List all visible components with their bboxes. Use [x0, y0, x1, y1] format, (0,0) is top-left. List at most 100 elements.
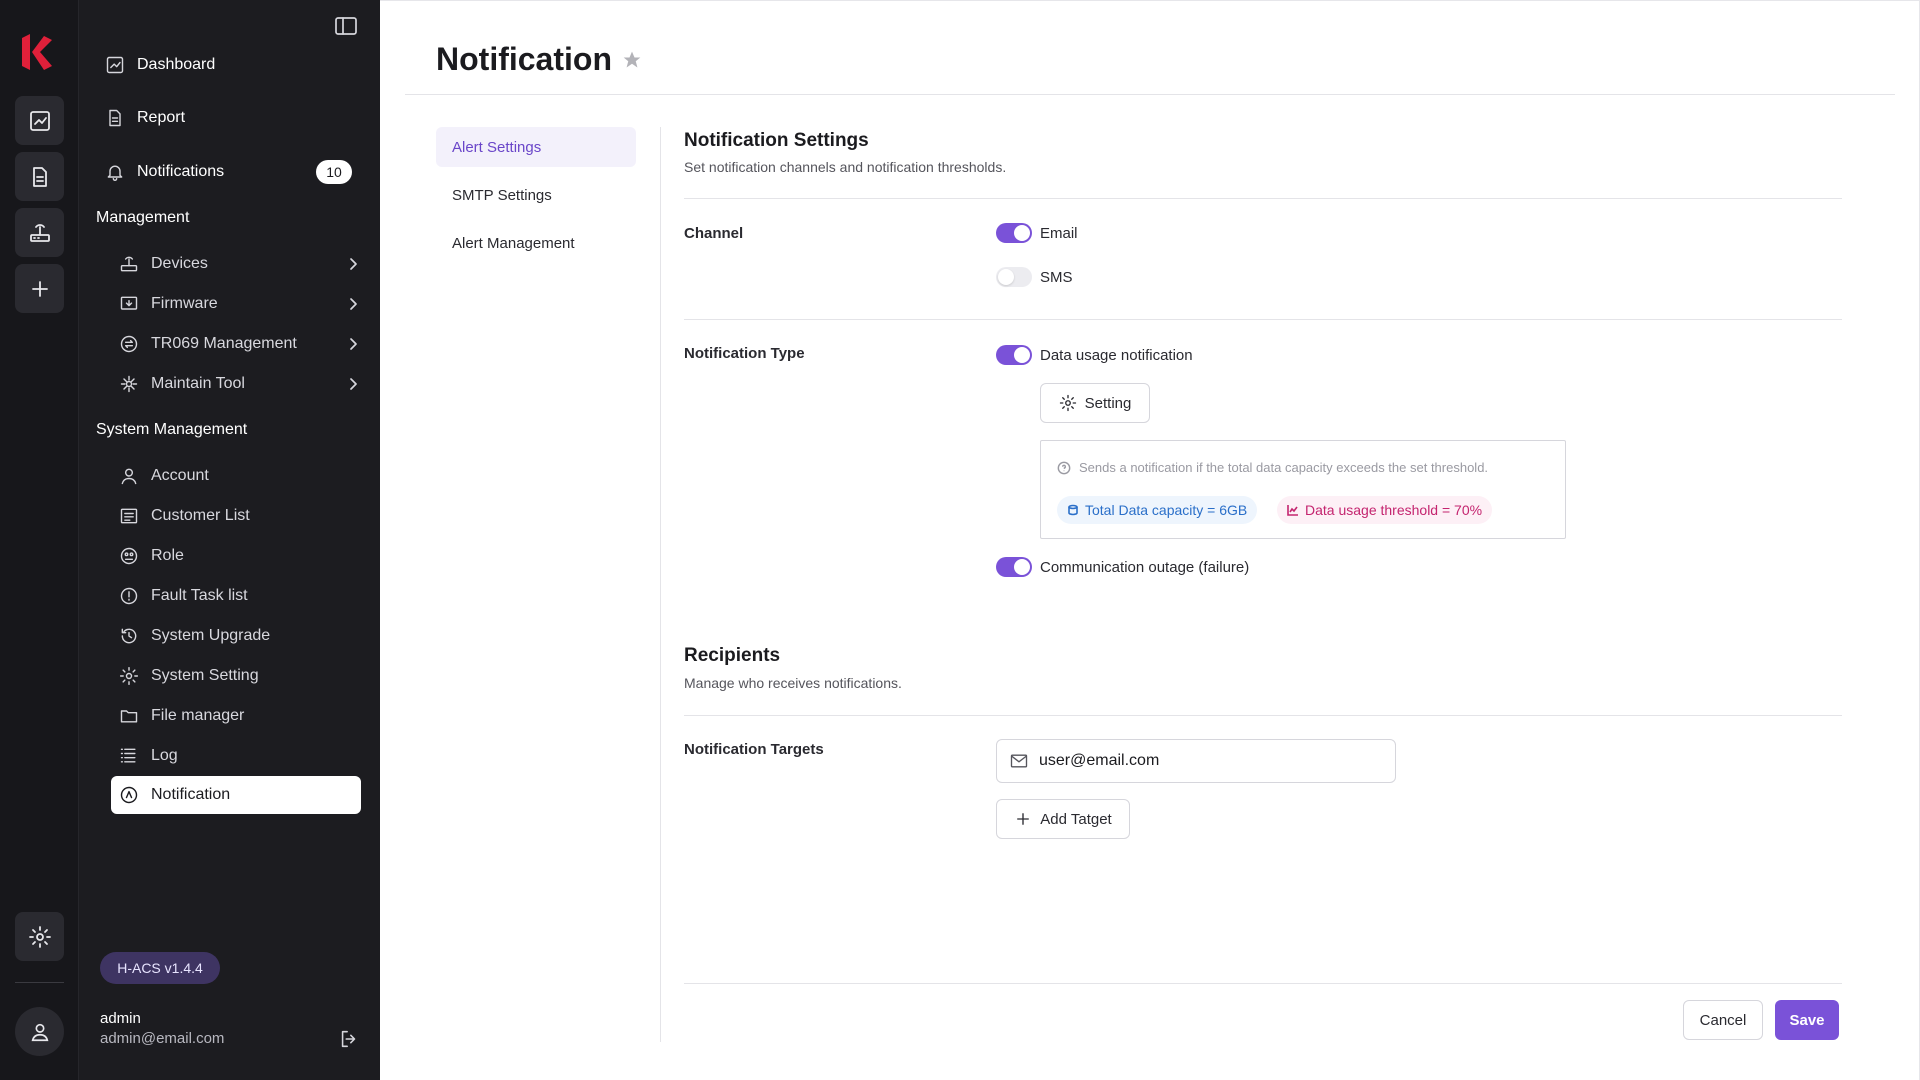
history-icon	[121, 628, 137, 644]
report-icon	[109, 109, 121, 127]
role-icon	[120, 547, 138, 565]
chart-line-icon	[1287, 505, 1298, 516]
recipients-subtitle: Manage who receives notifications.	[684, 675, 902, 691]
gear-icon	[28, 925, 51, 948]
sidebar-collapse-icon[interactable]	[335, 17, 357, 35]
star-icon[interactable]	[622, 50, 642, 70]
firmware-icon	[120, 296, 138, 310]
rail-add-button[interactable]	[15, 264, 64, 313]
sidebar-item-account[interactable]: Account	[119, 457, 371, 495]
rail-settings-button[interactable]	[15, 912, 64, 961]
sidebar-item-label: Log	[151, 747, 178, 764]
sidebar-item-label: Report	[137, 109, 186, 126]
sidebar: Dashboard Report Notifications 10 Manage…	[79, 0, 380, 1080]
system-management-section-title: System Management	[96, 421, 248, 438]
info-text: Sends a notification if the total data c…	[1079, 460, 1489, 475]
rail-dashboard-button[interactable]	[15, 96, 64, 145]
tab-alert-management[interactable]: Alert Management	[436, 223, 636, 263]
section-divider	[684, 715, 1842, 716]
sidebar-item-dashboard[interactable]: Dashboard	[105, 51, 215, 79]
tool-icon	[120, 375, 138, 393]
email-toggle[interactable]	[996, 223, 1032, 243]
sidebar-item-firmware[interactable]: Firmware	[119, 285, 371, 323]
user-icon	[31, 1023, 48, 1041]
router-icon	[120, 256, 138, 272]
communication-outage-toggle-label: Communication outage (failure)	[1040, 559, 1250, 576]
notifications-count-badge: 10	[316, 160, 352, 184]
sidebar-item-label: Role	[151, 547, 184, 564]
notification-settings-title: Notification Settings	[684, 130, 869, 151]
user-name: admin	[100, 1010, 141, 1027]
sidebar-item-label: Maintain Tool	[151, 375, 245, 392]
sidebar-item-label: System Upgrade	[151, 627, 271, 644]
rail-divider	[15, 982, 64, 983]
sidebar-item-label: Customer List	[151, 507, 250, 524]
page-title: Notification	[436, 41, 612, 77]
plus-icon	[1017, 813, 1030, 825]
rail-devices-button[interactable]	[15, 208, 64, 257]
version-badge: H-ACS v1.4.4	[100, 952, 220, 984]
sidebar-item-customer-list[interactable]: Customer List	[119, 497, 371, 535]
logout-icon[interactable]	[338, 1028, 360, 1050]
gear-icon	[1059, 394, 1076, 412]
tab-smtp-settings[interactable]: SMTP Settings	[436, 175, 636, 215]
section-divider	[684, 198, 1842, 199]
sidebar-item-system-upgrade[interactable]: System Upgrade	[119, 617, 371, 655]
list-icon	[120, 508, 138, 524]
gear-icon	[119, 666, 139, 686]
chart-icon	[106, 56, 124, 74]
footer-divider	[684, 983, 1842, 984]
threshold-info-text: Sends a notification if the total data c…	[1057, 460, 1488, 475]
data-usage-toggle-label: Data usage notification	[1040, 347, 1193, 364]
page-title-row: Notification	[436, 41, 642, 78]
sidebar-item-notification[interactable]: Notification	[111, 776, 361, 814]
sidebar-item-role[interactable]: Role	[119, 537, 371, 575]
sidebar-item-label: Fault Task list	[151, 587, 248, 604]
data-usage-toggle[interactable]	[996, 345, 1032, 365]
recipients-title: Recipients	[684, 645, 781, 666]
alert-icon	[120, 587, 138, 605]
sidebar-item-tr069[interactable]: TR069 Management	[119, 325, 371, 363]
sidebar-item-label: TR069 Management	[151, 335, 297, 352]
chart-icon	[29, 110, 50, 131]
email-target-input[interactable]: user@email.com	[996, 739, 1396, 783]
notification-settings-subtitle: Set notification channels and notificati…	[684, 159, 1007, 175]
setting-button-label: Setting	[1084, 394, 1132, 412]
tab-alert-settings[interactable]: Alert Settings	[436, 127, 636, 167]
notification-targets-label: Notification Targets	[684, 741, 824, 758]
sidebar-item-system-setting[interactable]: System Setting	[119, 657, 371, 695]
setting-button[interactable]: Setting	[1040, 383, 1150, 423]
mail-icon	[1010, 754, 1028, 768]
sidebar-item-label: Firmware	[151, 295, 218, 312]
communication-outage-toggle[interactable]	[996, 557, 1032, 577]
sidebar-item-label: File manager	[151, 707, 245, 724]
capacity-chip-label: Total Data capacity = 6GB	[1085, 502, 1248, 518]
help-circle-icon	[1057, 461, 1071, 474]
chevron-right-icon	[350, 378, 357, 390]
router-icon	[29, 223, 50, 242]
notification-type-label: Notification Type	[684, 345, 805, 362]
settings-tabs: Alert Settings SMTP Settings Alert Manag…	[436, 127, 636, 271]
sidebar-item-notifications[interactable]: Notifications	[105, 158, 224, 186]
sidebar-item-report[interactable]: Report	[105, 104, 185, 132]
header-divider	[405, 94, 1895, 95]
sidebar-item-log[interactable]: Log	[119, 737, 371, 775]
add-target-button[interactable]: Add Tatget	[996, 799, 1130, 839]
sidebar-item-file-manager[interactable]: File manager	[119, 697, 371, 735]
sidebar-item-maintain-tool[interactable]: Maintain Tool	[119, 365, 371, 403]
save-button[interactable]: Save	[1775, 1000, 1839, 1040]
rail-report-button[interactable]	[15, 152, 64, 201]
email-toggle-label: Email	[1040, 225, 1078, 242]
sidebar-item-label: System Setting	[151, 667, 259, 684]
cancel-button[interactable]: Cancel	[1683, 1000, 1763, 1040]
sidebar-item-fault-task-list[interactable]: Fault Task list	[119, 577, 371, 615]
chevron-right-icon	[350, 338, 357, 350]
sms-toggle[interactable]	[996, 267, 1032, 287]
user-icon	[121, 468, 137, 485]
rail-user-avatar[interactable]	[15, 1007, 64, 1056]
sidebar-item-devices[interactable]: Devices	[119, 245, 371, 283]
folder-icon	[120, 710, 138, 723]
add-target-button-label: Add Tatget	[1040, 810, 1112, 828]
brand-logo[interactable]	[20, 30, 54, 74]
user-email: admin@email.com	[100, 1030, 225, 1047]
